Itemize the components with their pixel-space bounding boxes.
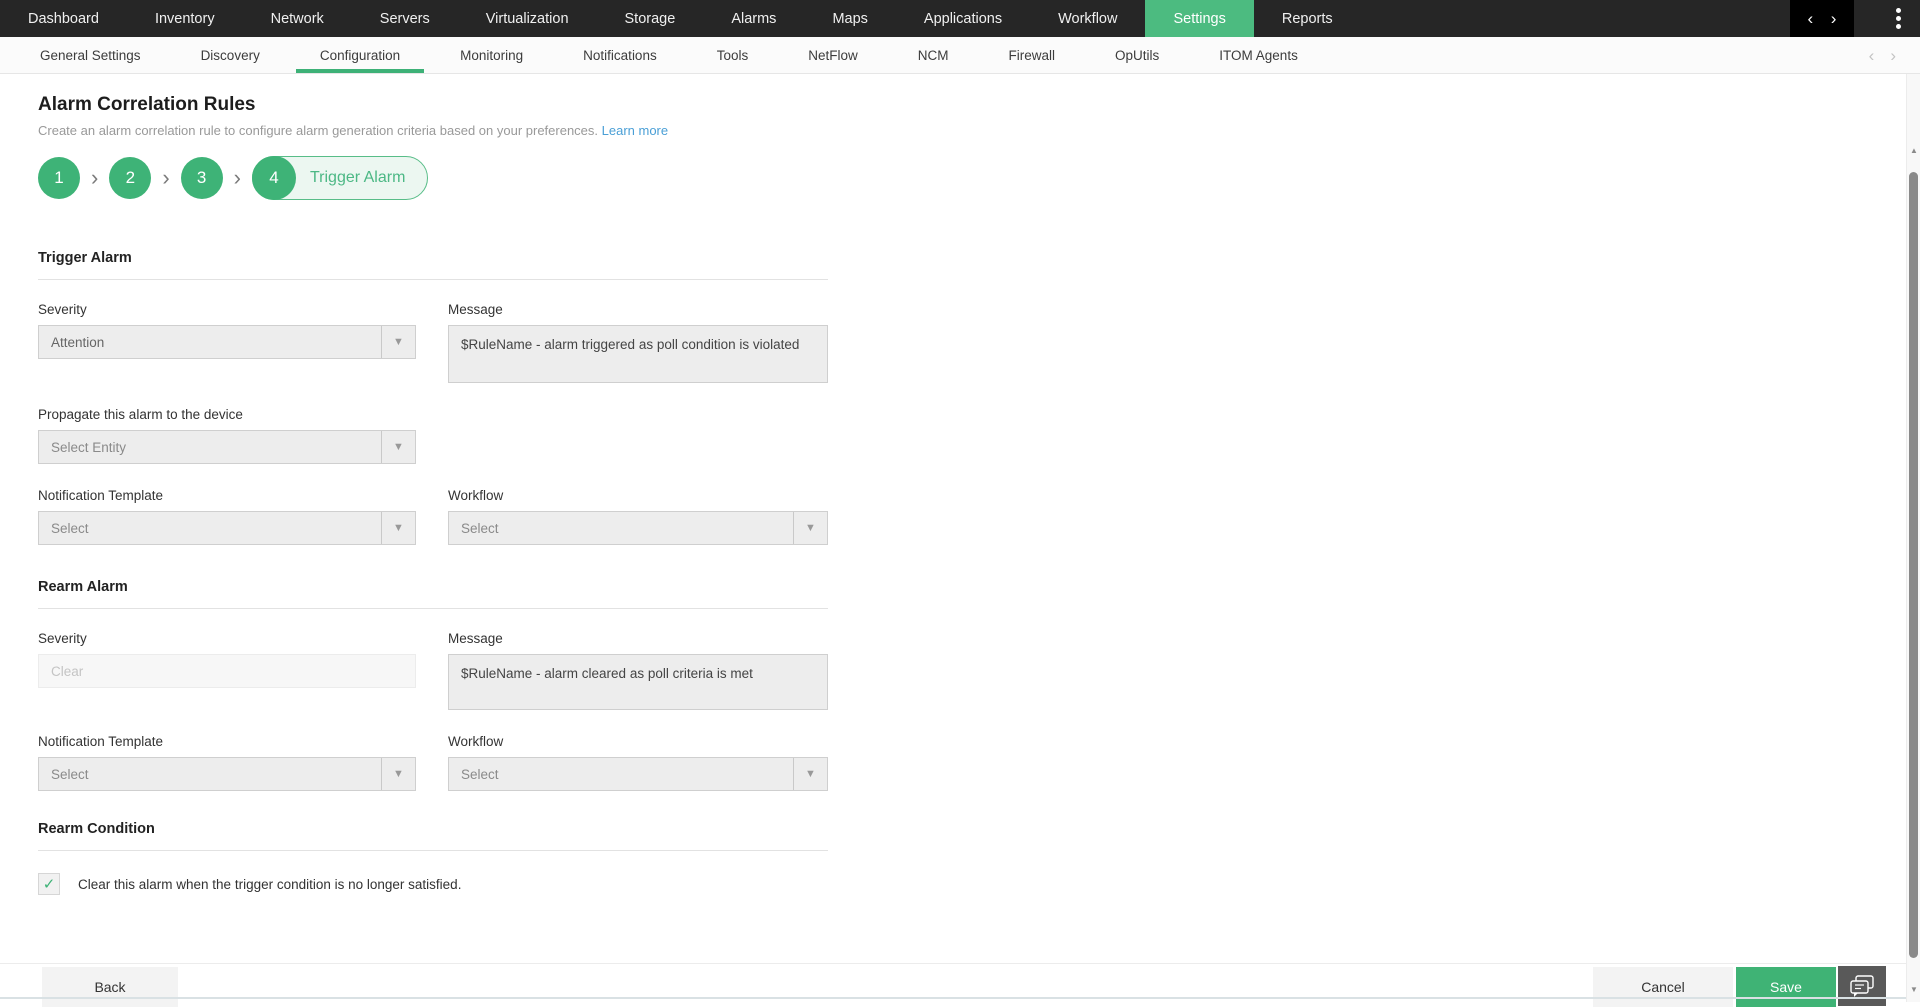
chevron-right-icon[interactable]: › [1831, 10, 1837, 27]
nav-item-virtualization[interactable]: Virtualization [458, 0, 597, 37]
tab-ncm[interactable]: NCM [888, 37, 979, 73]
notification-template-label: Notification Template [38, 488, 164, 503]
cancel-button[interactable]: Cancel [1593, 967, 1733, 1007]
tab-firewall[interactable]: Firewall [979, 37, 1086, 73]
chevron-left-icon[interactable]: ‹ [1869, 46, 1875, 66]
vertical-scrollbar[interactable]: ▲ ▼ [1906, 74, 1920, 1002]
nav-item-dashboard[interactable]: Dashboard [0, 0, 127, 37]
save-button[interactable]: Save [1736, 967, 1836, 1007]
section-divider [38, 850, 828, 851]
trigger-message-textarea[interactable]: $RuleName - alarm triggered as poll cond… [448, 325, 828, 383]
nav-item-network[interactable]: Network [243, 0, 352, 37]
trigger-notification-template-select[interactable]: Select ▼ [38, 511, 416, 545]
nav-item-inventory[interactable]: Inventory [127, 0, 243, 37]
chevron-down-icon: ▼ [793, 512, 827, 544]
nav-scroll-arrows: ‹ › [1790, 0, 1854, 37]
feedback-button[interactable] [1838, 966, 1886, 1006]
step-4-label: Trigger Alarm [309, 169, 406, 186]
tab-netflow[interactable]: NetFlow [778, 37, 888, 73]
chevron-down-icon: ▼ [381, 758, 415, 790]
tab-discovery[interactable]: Discovery [171, 37, 290, 73]
viewport-bottom-edge [0, 997, 1906, 999]
propagate-entity-select[interactable]: Select Entity ▼ [38, 430, 416, 464]
trigger-workflow-select[interactable]: Select ▼ [448, 511, 828, 545]
step-4-active[interactable]: 4 Trigger Alarm [251, 155, 429, 200]
chevron-down-icon: ▼ [381, 512, 415, 544]
tab-scroll-arrows: ‹ › [1869, 37, 1896, 74]
scrollbar-thumb[interactable] [1909, 172, 1918, 958]
rearm-alarm-heading: Rearm Alarm [38, 579, 128, 595]
rearm-workflow-label: Workflow [448, 734, 504, 749]
nav-item-workflow[interactable]: Workflow [1030, 0, 1145, 37]
nav-item-alarms[interactable]: Alarms [703, 0, 804, 37]
rearm-message-textarea[interactable]: $RuleName - alarm cleared as poll criter… [448, 654, 828, 710]
severity-value: Attention [51, 334, 105, 350]
main-content: Alarm Correlation Rules Create an alarm … [0, 74, 1920, 895]
chevron-right-icon: › [162, 165, 170, 190]
top-navigation-bar: Dashboard Inventory Network Servers Virt… [0, 0, 1920, 37]
chevron-down-icon: ▼ [381, 431, 415, 463]
chat-bubbles-icon [1850, 975, 1874, 997]
settings-tab-bar: General Settings Discovery Configuration… [0, 37, 1920, 74]
rearm-message-label: Message [448, 631, 503, 646]
page-title: Alarm Correlation Rules [38, 94, 256, 115]
step-1[interactable]: 1 [38, 157, 80, 199]
tab-tools[interactable]: Tools [687, 37, 779, 73]
rearm-condition-checkbox[interactable]: ✓ [38, 873, 60, 895]
rearm-severity-label: Severity [38, 631, 87, 646]
tab-notifications[interactable]: Notifications [553, 37, 687, 73]
section-divider [38, 608, 828, 609]
severity-select[interactable]: Attention ▼ [38, 325, 416, 359]
nav-item-reports[interactable]: Reports [1254, 0, 1361, 37]
chevron-down-icon: ▼ [381, 326, 415, 358]
rearm-notification-template-select[interactable]: Select ▼ [38, 757, 416, 791]
chevron-down-icon: ▼ [793, 758, 827, 790]
learn-more-link[interactable]: Learn more [602, 123, 668, 138]
step-indicator: 1 › 2 › 3 › 4 Trigger Alarm [38, 155, 1920, 200]
check-icon: ✓ [42, 875, 56, 893]
notification-template-value: Select [51, 520, 89, 536]
tab-configuration[interactable]: Configuration [290, 37, 430, 73]
rearm-workflow-select[interactable]: Select ▼ [448, 757, 828, 791]
nav-item-servers[interactable]: Servers [352, 0, 458, 37]
kebab-menu-icon[interactable] [1884, 0, 1912, 37]
nav-item-applications[interactable]: Applications [896, 0, 1030, 37]
scroll-up-arrow-icon[interactable]: ▲ [1907, 146, 1920, 155]
scroll-down-arrow-icon[interactable]: ▼ [1907, 985, 1920, 994]
severity-label: Severity [38, 302, 87, 317]
tab-monitoring[interactable]: Monitoring [430, 37, 553, 73]
rearm-condition-label: Clear this alarm when the trigger condit… [78, 876, 462, 892]
rearm-condition-row: ✓ Clear this alarm when the trigger cond… [38, 873, 828, 895]
step-2[interactable]: 2 [109, 157, 152, 199]
rearm-condition-heading: Rearm Condition [38, 821, 155, 837]
page-subtitle: Create an alarm correlation rule to conf… [38, 123, 1920, 138]
workflow-label: Workflow [448, 488, 504, 503]
message-label: Message [448, 302, 503, 317]
propagate-entity-value: Select Entity [51, 439, 127, 455]
rearm-severity-input: Clear [38, 654, 416, 688]
chevron-right-icon: › [233, 165, 241, 190]
propagate-label: Propagate this alarm to the device [38, 407, 243, 422]
step-3[interactable]: 3 [180, 157, 223, 199]
chevron-right-icon[interactable]: › [1890, 46, 1896, 66]
tab-oputils[interactable]: OpUtils [1085, 37, 1189, 73]
step-4: 4 [251, 155, 296, 200]
workflow-value: Select [461, 520, 499, 536]
back-button[interactable]: Back [42, 967, 178, 1007]
tab-itom-agents[interactable]: ITOM Agents [1189, 37, 1328, 73]
notification-template-value: Select [51, 766, 89, 782]
rearm-notification-template-label: Notification Template [38, 734, 164, 749]
nav-item-settings[interactable]: Settings [1145, 0, 1254, 37]
workflow-value: Select [461, 766, 499, 782]
chevron-left-icon[interactable]: ‹ [1808, 10, 1814, 27]
nav-item-maps[interactable]: Maps [804, 0, 895, 37]
chevron-right-icon: › [91, 165, 99, 190]
trigger-alarm-heading: Trigger Alarm [38, 250, 132, 266]
section-divider [38, 279, 828, 280]
nav-item-storage[interactable]: Storage [597, 0, 704, 37]
tab-general-settings[interactable]: General Settings [10, 37, 171, 73]
page-subtitle-text: Create an alarm correlation rule to conf… [38, 123, 599, 138]
